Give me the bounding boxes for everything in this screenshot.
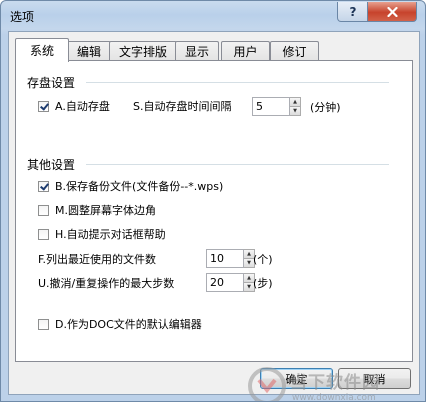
checkbox-box[interactable]: [38, 180, 49, 192]
checkbox-box[interactable]: [38, 204, 49, 216]
watermark-url: www.downxia.com: [292, 393, 376, 402]
default-editor-checkbox[interactable]: D.作为DOC文件的默认编辑器: [38, 317, 202, 331]
tab-user[interactable]: 用户: [221, 41, 270, 61]
recent-files-unit: (个): [253, 253, 273, 266]
recent-files-input[interactable]: [206, 249, 244, 268]
tab-panel-system: 存盘设置 A.自动存盘 S.自动存盘时间间隔 ▲ ▼ (分钟) 其他设置 B.保…: [15, 60, 413, 362]
close-button[interactable]: [367, 2, 417, 22]
interval-label: S.自动存盘时间间隔: [133, 100, 232, 113]
checkbox-box[interactable]: [38, 318, 49, 330]
ok-button[interactable]: 确定: [260, 368, 333, 389]
group-title-save: 存盘设置: [27, 76, 76, 90]
group-divider: [86, 82, 389, 83]
interval-input[interactable]: [252, 97, 290, 116]
group-title-other: 其他设置: [27, 158, 76, 172]
tab-system[interactable]: 系统: [15, 38, 69, 62]
dialog-client-area: 系统 编辑 文字排版 显示 用户 修订 存盘设置 A.自动存盘 S.自动存盘时间…: [8, 31, 420, 401]
undo-steps-unit: (步): [253, 277, 273, 290]
undo-steps-label: U.撤消/重复操作的最大步数: [38, 277, 175, 290]
help-button[interactable]: ?: [337, 2, 369, 22]
tab-typesetting[interactable]: 文字排版: [109, 41, 177, 61]
dialog-title: 选项: [10, 10, 35, 24]
undo-steps-stepper[interactable]: ▲ ▼: [206, 273, 255, 292]
interval-unit: (分钟): [310, 101, 341, 114]
tab-revision[interactable]: 修订: [270, 41, 319, 61]
title-bar[interactable]: 选项 ?: [1, 1, 425, 31]
checkbox-box[interactable]: [38, 228, 49, 240]
interval-stepper[interactable]: ▲ ▼: [252, 97, 301, 116]
undo-steps-input[interactable]: [206, 273, 244, 292]
tab-display[interactable]: 显示: [175, 41, 219, 61]
auto-help-checkbox[interactable]: H.自动提示对话框帮助: [38, 227, 166, 241]
close-icon: [386, 6, 398, 17]
cancel-button[interactable]: 取消: [338, 368, 411, 389]
checkbox-box[interactable]: [38, 100, 49, 112]
options-dialog: 选项 ? 系统 编辑 文字排版 显示 用户 修订 存盘设置 A.自动存盘 S.自…: [0, 0, 426, 402]
spin-down-icon[interactable]: ▼: [290, 106, 300, 115]
round-corner-checkbox[interactable]: M.圆整屏幕字体边角: [38, 203, 156, 217]
autosave-checkbox[interactable]: A.自动存盘: [38, 99, 110, 113]
recent-files-stepper[interactable]: ▲ ▼: [206, 249, 255, 268]
spin-up-icon[interactable]: ▲: [290, 98, 300, 106]
help-icon: ?: [349, 4, 357, 19]
backup-checkbox[interactable]: B.保存备份文件(文件备份--*.wps): [38, 179, 223, 193]
recent-files-label: F.列出最近使用的文件数: [38, 253, 157, 266]
tab-edit[interactable]: 编辑: [67, 41, 111, 61]
group-divider: [86, 164, 389, 165]
